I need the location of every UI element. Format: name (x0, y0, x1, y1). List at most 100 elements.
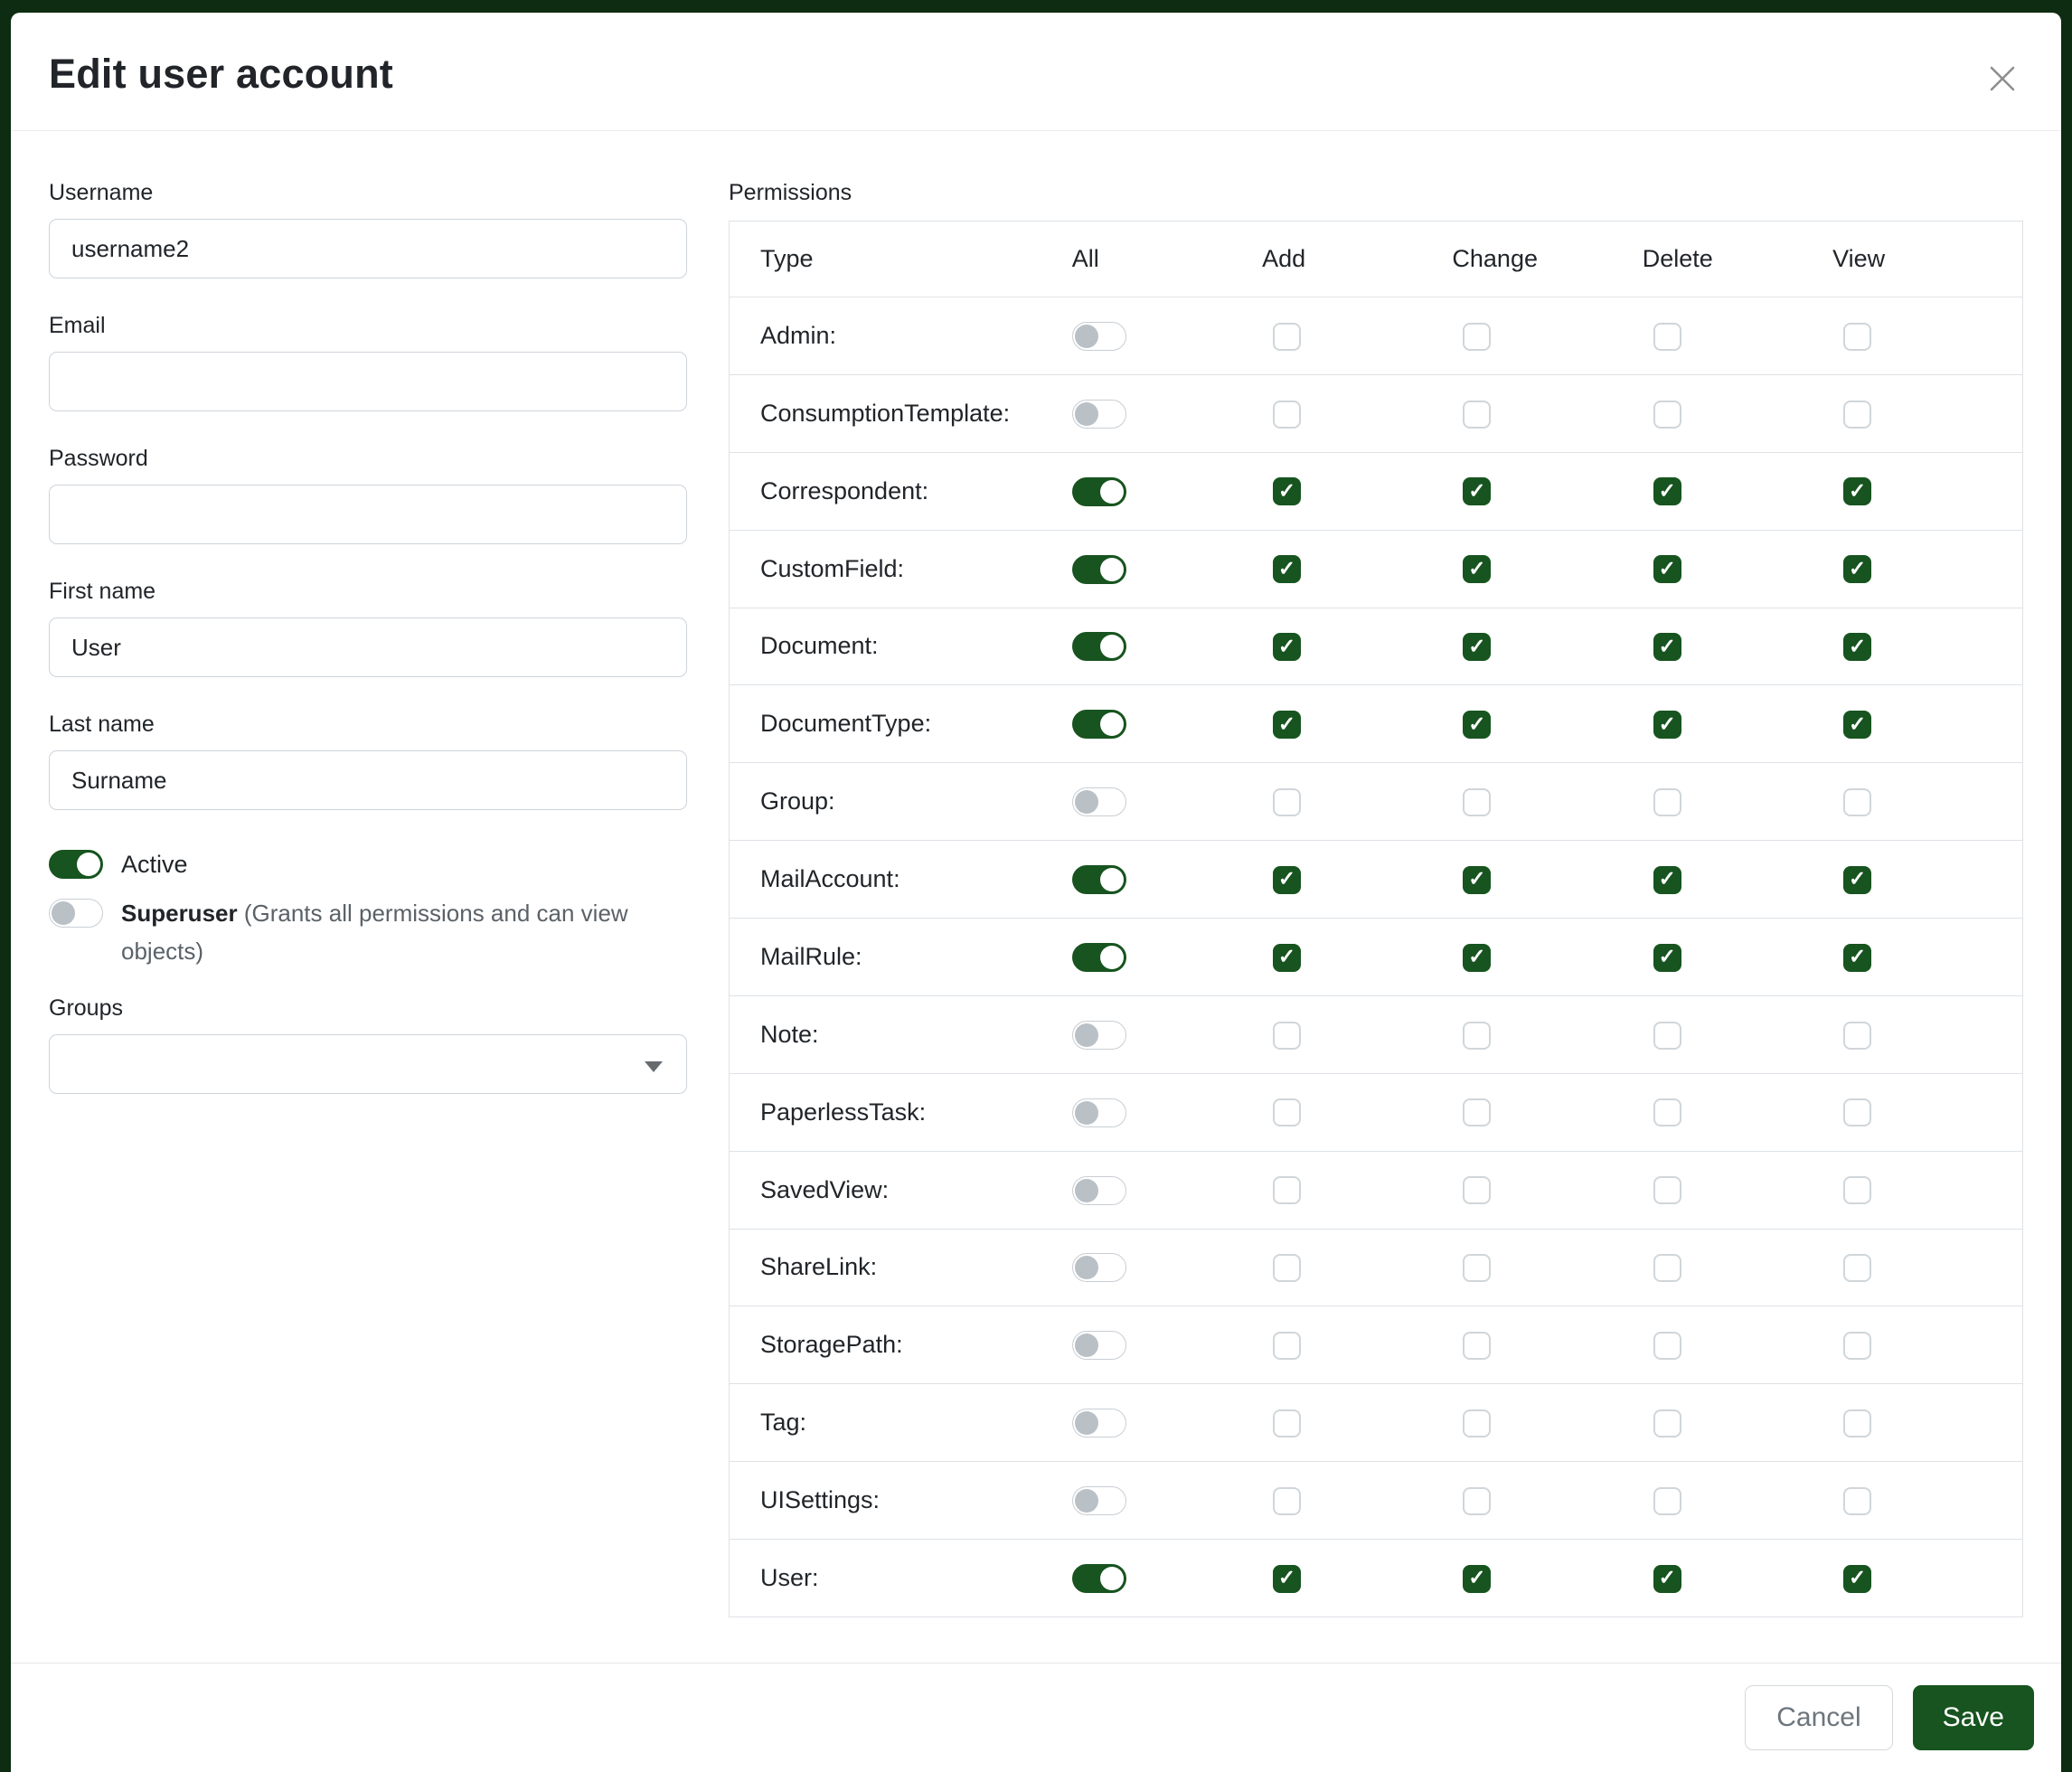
permission-all-toggle[interactable] (1072, 1253, 1126, 1282)
permission-change-checkbox[interactable] (1463, 323, 1491, 351)
permission-view-checkbox[interactable] (1843, 1332, 1871, 1360)
permissions-header-row: TypeAllAddChangeDeleteView (730, 222, 2023, 297)
permission-add-checkbox[interactable] (1273, 1022, 1301, 1050)
permission-all-toggle[interactable] (1072, 1098, 1126, 1127)
permission-delete-checkbox[interactable] (1653, 633, 1681, 661)
permission-add-checkbox[interactable] (1273, 1176, 1301, 1204)
permission-all-toggle[interactable] (1072, 787, 1126, 816)
permission-change-checkbox[interactable] (1463, 1332, 1491, 1360)
permission-delete-cell (1643, 685, 1832, 763)
permission-change-checkbox[interactable] (1463, 1409, 1491, 1437)
permission-view-checkbox[interactable] (1843, 1487, 1871, 1515)
permission-change-checkbox[interactable] (1463, 633, 1491, 661)
permission-change-checkbox[interactable] (1463, 1022, 1491, 1050)
permission-all-toggle[interactable] (1072, 1409, 1126, 1437)
permission-view-checkbox[interactable] (1843, 711, 1871, 739)
permission-all-toggle[interactable] (1072, 1176, 1126, 1205)
permission-all-toggle[interactable] (1072, 555, 1126, 584)
email-input[interactable] (49, 352, 687, 411)
permission-delete-checkbox[interactable] (1653, 1098, 1681, 1126)
permission-add-checkbox[interactable] (1273, 1332, 1301, 1360)
permission-add-checkbox[interactable] (1273, 1254, 1301, 1282)
permission-delete-checkbox[interactable] (1653, 1487, 1681, 1515)
permission-add-checkbox[interactable] (1273, 1098, 1301, 1126)
permission-change-checkbox[interactable] (1463, 788, 1491, 816)
permission-delete-checkbox[interactable] (1653, 401, 1681, 429)
permission-delete-checkbox[interactable] (1653, 1254, 1681, 1282)
permission-delete-checkbox[interactable] (1653, 1409, 1681, 1437)
permission-view-checkbox[interactable] (1843, 1176, 1871, 1204)
permission-change-checkbox[interactable] (1463, 401, 1491, 429)
permission-add-checkbox[interactable] (1273, 323, 1301, 351)
modal-header: Edit user account (11, 13, 2061, 131)
permission-add-checkbox[interactable] (1273, 1487, 1301, 1515)
permission-all-toggle[interactable] (1072, 1564, 1126, 1593)
permission-view-checkbox[interactable] (1843, 1098, 1871, 1126)
permission-add-checkbox[interactable] (1273, 788, 1301, 816)
first-name-input[interactable] (49, 617, 687, 677)
permission-add-checkbox[interactable] (1273, 633, 1301, 661)
permission-delete-checkbox[interactable] (1653, 477, 1681, 505)
cancel-button[interactable]: Cancel (1745, 1685, 1892, 1750)
permission-view-checkbox[interactable] (1843, 866, 1871, 894)
groups-select[interactable] (49, 1034, 687, 1094)
active-toggle[interactable] (49, 850, 103, 879)
permission-delete-checkbox[interactable] (1653, 866, 1681, 894)
permission-delete-checkbox[interactable] (1653, 1565, 1681, 1593)
permission-delete-checkbox[interactable] (1653, 555, 1681, 583)
superuser-toggle[interactable] (49, 899, 103, 928)
permission-add-checkbox[interactable] (1273, 944, 1301, 972)
permission-change-checkbox[interactable] (1463, 477, 1491, 505)
permission-all-toggle[interactable] (1072, 1331, 1126, 1360)
permission-all-toggle[interactable] (1072, 632, 1126, 661)
permission-delete-checkbox[interactable] (1653, 711, 1681, 739)
permission-all-toggle[interactable] (1072, 322, 1126, 351)
permission-view-checkbox[interactable] (1843, 633, 1871, 661)
permission-delete-checkbox[interactable] (1653, 944, 1681, 972)
close-icon[interactable] (1985, 61, 2020, 96)
permission-delete-checkbox[interactable] (1653, 323, 1681, 351)
permission-delete-cell (1643, 841, 1832, 919)
permission-change-checkbox[interactable] (1463, 1098, 1491, 1126)
save-button[interactable]: Save (1913, 1685, 2034, 1750)
permission-view-checkbox[interactable] (1843, 1565, 1871, 1593)
permission-all-toggle[interactable] (1072, 943, 1126, 972)
permission-add-checkbox[interactable] (1273, 555, 1301, 583)
permission-change-checkbox[interactable] (1463, 944, 1491, 972)
permission-change-checkbox[interactable] (1463, 1176, 1491, 1204)
permission-add-checkbox[interactable] (1273, 1409, 1301, 1437)
permission-delete-checkbox[interactable] (1653, 1176, 1681, 1204)
permission-add-checkbox[interactable] (1273, 711, 1301, 739)
permission-all-toggle[interactable] (1072, 710, 1126, 739)
permission-add-checkbox[interactable] (1273, 1565, 1301, 1593)
permission-view-checkbox[interactable] (1843, 788, 1871, 816)
permission-change-checkbox[interactable] (1463, 866, 1491, 894)
permission-change-checkbox[interactable] (1463, 711, 1491, 739)
permission-all-toggle[interactable] (1072, 400, 1126, 429)
permission-view-checkbox[interactable] (1843, 944, 1871, 972)
permission-delete-checkbox[interactable] (1653, 788, 1681, 816)
permission-view-checkbox[interactable] (1843, 1409, 1871, 1437)
permission-change-checkbox[interactable] (1463, 1254, 1491, 1282)
permission-all-toggle[interactable] (1072, 865, 1126, 894)
permission-view-checkbox[interactable] (1843, 1254, 1871, 1282)
permission-view-checkbox[interactable] (1843, 555, 1871, 583)
permission-add-checkbox[interactable] (1273, 401, 1301, 429)
permission-change-checkbox[interactable] (1463, 1565, 1491, 1593)
password-input[interactable] (49, 485, 687, 544)
permission-all-toggle[interactable] (1072, 1021, 1126, 1050)
last-name-input[interactable] (49, 750, 687, 810)
permission-view-checkbox[interactable] (1843, 477, 1871, 505)
permission-change-checkbox[interactable] (1463, 555, 1491, 583)
permission-all-toggle[interactable] (1072, 1486, 1126, 1515)
permission-view-checkbox[interactable] (1843, 401, 1871, 429)
permission-change-checkbox[interactable] (1463, 1487, 1491, 1515)
permission-view-checkbox[interactable] (1843, 323, 1871, 351)
username-input[interactable] (49, 219, 687, 278)
permission-delete-checkbox[interactable] (1653, 1022, 1681, 1050)
permission-delete-checkbox[interactable] (1653, 1332, 1681, 1360)
permission-add-checkbox[interactable] (1273, 866, 1301, 894)
permission-all-toggle[interactable] (1072, 477, 1126, 506)
permission-add-checkbox[interactable] (1273, 477, 1301, 505)
permission-view-checkbox[interactable] (1843, 1022, 1871, 1050)
